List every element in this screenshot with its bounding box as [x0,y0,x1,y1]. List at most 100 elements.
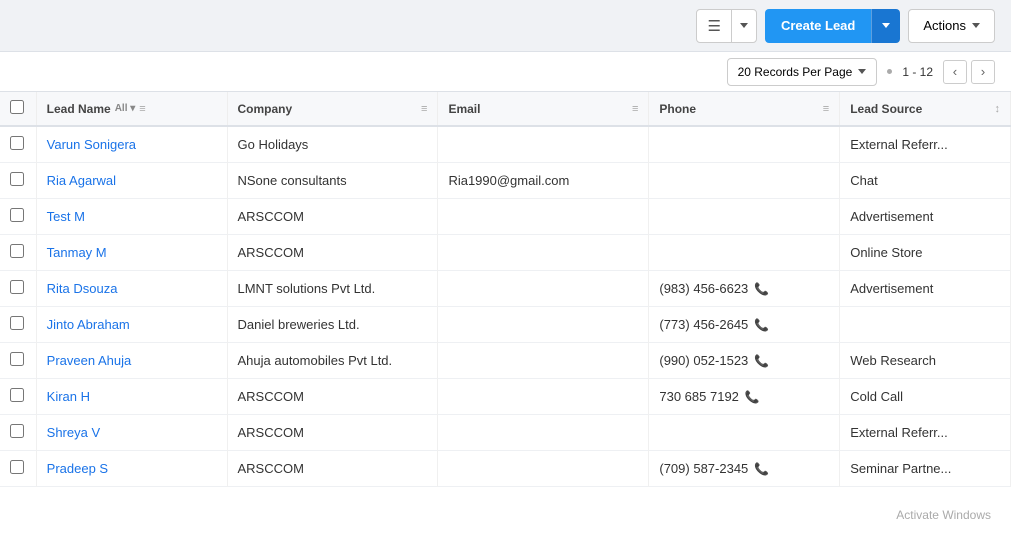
lead-name-label: Lead Name [47,102,111,116]
actions-label: Actions [923,18,966,33]
lead-source-cell [840,307,1011,343]
lead-name-cell: Kiran H [36,379,227,415]
company-cell: ARSCCOM [227,199,438,235]
list-icon: ☰ [707,17,720,35]
lead-name-link[interactable]: Jinto Abraham [47,317,130,332]
lead-source-cell: Cold Call [840,379,1011,415]
row-checkbox[interactable] [10,388,24,402]
lead-source-sort-icon[interactable]: ↕ [995,103,1001,115]
next-icon: › [981,64,985,79]
table-row: Pradeep SARSCCOM(709) 587-2345📞Seminar P… [0,451,1011,487]
email-label: Email [448,102,480,116]
lead-name-link[interactable]: Varun Sonigera [47,137,136,152]
company-cell: Daniel breweries Ltd. [227,307,438,343]
list-view-arrow[interactable] [732,10,756,42]
top-bar: ☰ Create Lead Actions [0,0,1011,52]
create-lead-button-group: Create Lead [765,9,900,43]
lead-name-link[interactable]: Rita Dsouza [47,281,118,296]
email-cell [438,379,649,415]
row-checkbox[interactable] [10,244,24,258]
company-cell: ARSCCOM [227,235,438,271]
phone-cell: (709) 587-2345📞 [649,451,840,487]
create-lead-button[interactable]: Create Lead [765,9,871,43]
phone-cell [649,163,840,199]
table-row: Kiran H ARSCCOM 730 685 7192📞Cold Call [0,379,1011,415]
phone-cell [649,235,840,271]
row-checkbox[interactable] [10,208,24,222]
phone-sort-icon[interactable]: ≡ [823,103,829,115]
lead-name-cell: Praveen Ahuja [36,343,227,379]
row-checkbox[interactable] [10,280,24,294]
row-checkbox[interactable] [10,172,24,186]
next-page-button[interactable]: › [971,60,995,84]
phone-cell: (983) 456-6623 📞 [649,271,840,307]
company-sort-icon[interactable]: ≡ [421,103,427,115]
phone-icon: 📞 [754,354,769,368]
email-column-header: Email ≡ [438,92,649,126]
lead-name-link[interactable]: Kiran H [47,389,90,404]
email-sort-icon[interactable]: ≡ [632,103,638,115]
select-all-column [0,92,36,126]
email-cell [438,271,649,307]
phone-cell: 730 685 7192📞 [649,379,840,415]
page-info: 1 - 12 [902,65,933,79]
company-cell: NSone consultants [227,163,438,199]
lead-name-cell: Jinto Abraham [36,307,227,343]
prev-icon: ‹ [953,64,957,79]
lead-name-cell: Shreya V [36,415,227,451]
table-row: Ria Agarwal NSone consultantsRia1990@gmai… [0,163,1011,199]
lead-name-cell: Ria Agarwal [36,163,227,199]
lead-name-sort-icon[interactable]: ≡ [139,103,145,115]
phone-icon: 📞 [754,462,769,476]
lead-name-link[interactable]: Ria Agarwal [47,173,116,188]
chevron-down-icon [858,69,866,74]
phone-cell [649,199,840,235]
list-view-button[interactable]: ☰ [696,9,756,43]
phone-number: 730 685 7192 [659,389,739,404]
lead-name-link[interactable]: Test M [47,209,85,224]
per-page-select[interactable]: 20 Records Per Page [727,58,878,86]
lead-name-link[interactable]: Pradeep S [47,461,108,476]
company-cell: ARSCCOM [227,379,438,415]
create-lead-dropdown-button[interactable] [871,9,900,43]
row-checkbox[interactable] [10,316,24,330]
row-checkbox[interactable] [10,424,24,438]
company-column-header: Company ≡ [227,92,438,126]
lead-source-cell: External Referr... [840,126,1011,163]
phone-icon: 📞 [754,282,769,296]
lead-name-column-header: Lead Name All ▾ ≡ [36,92,227,126]
prev-page-button[interactable]: ‹ [943,60,967,84]
table-row: Test MARSCCOMAdvertisement [0,199,1011,235]
pagination-nav: ‹ › [943,60,995,84]
phone-number: (983) 456-6623 [659,281,748,296]
lead-name-link[interactable]: Tanmay M [47,245,107,260]
row-checkbox[interactable] [10,136,24,150]
table-row: Shreya VARSCCOMExternal Referr... [0,415,1011,451]
email-cell [438,451,649,487]
lead-source-cell: Online Store [840,235,1011,271]
pagination-bar: 20 Records Per Page 1 - 12 ‹ › [0,52,1011,92]
table-row: Varun Sonigera Go Holidays External Referr… [0,126,1011,163]
lead-name-link[interactable]: Praveen Ahuja [47,353,132,368]
email-cell [438,126,649,163]
lead-source-cell: Seminar Partne... [840,451,1011,487]
lead-source-label: Lead Source [850,102,922,116]
list-view-main[interactable]: ☰ [697,10,731,42]
leads-table: Lead Name All ▾ ≡ Company ≡ Email ≡ [0,92,1011,487]
email-cell: Ria1990@gmail.com [438,163,649,199]
table-row: Rita DsouzaLMNT solutions Pvt Ltd.(983) … [0,271,1011,307]
lead-source-cell: Web Research [840,343,1011,379]
table-row: Jinto Abraham Daniel breweries Ltd. (773) … [0,307,1011,343]
company-cell: Go Holidays [227,126,438,163]
lead-name-link[interactable]: Shreya V [47,425,100,440]
select-all-checkbox[interactable] [10,100,24,114]
lead-name-cell: Varun Sonigera [36,126,227,163]
per-page-label: 20 Records Per Page [738,65,853,79]
company-cell: ARSCCOM [227,415,438,451]
actions-button[interactable]: Actions [908,9,995,43]
row-checkbox[interactable] [10,460,24,474]
row-checkbox[interactable] [10,352,24,366]
lead-name-cell: Pradeep S [36,451,227,487]
lead-name-filter[interactable]: All ▾ [115,103,136,114]
phone-cell: (773) 456-2645📞 [649,307,840,343]
